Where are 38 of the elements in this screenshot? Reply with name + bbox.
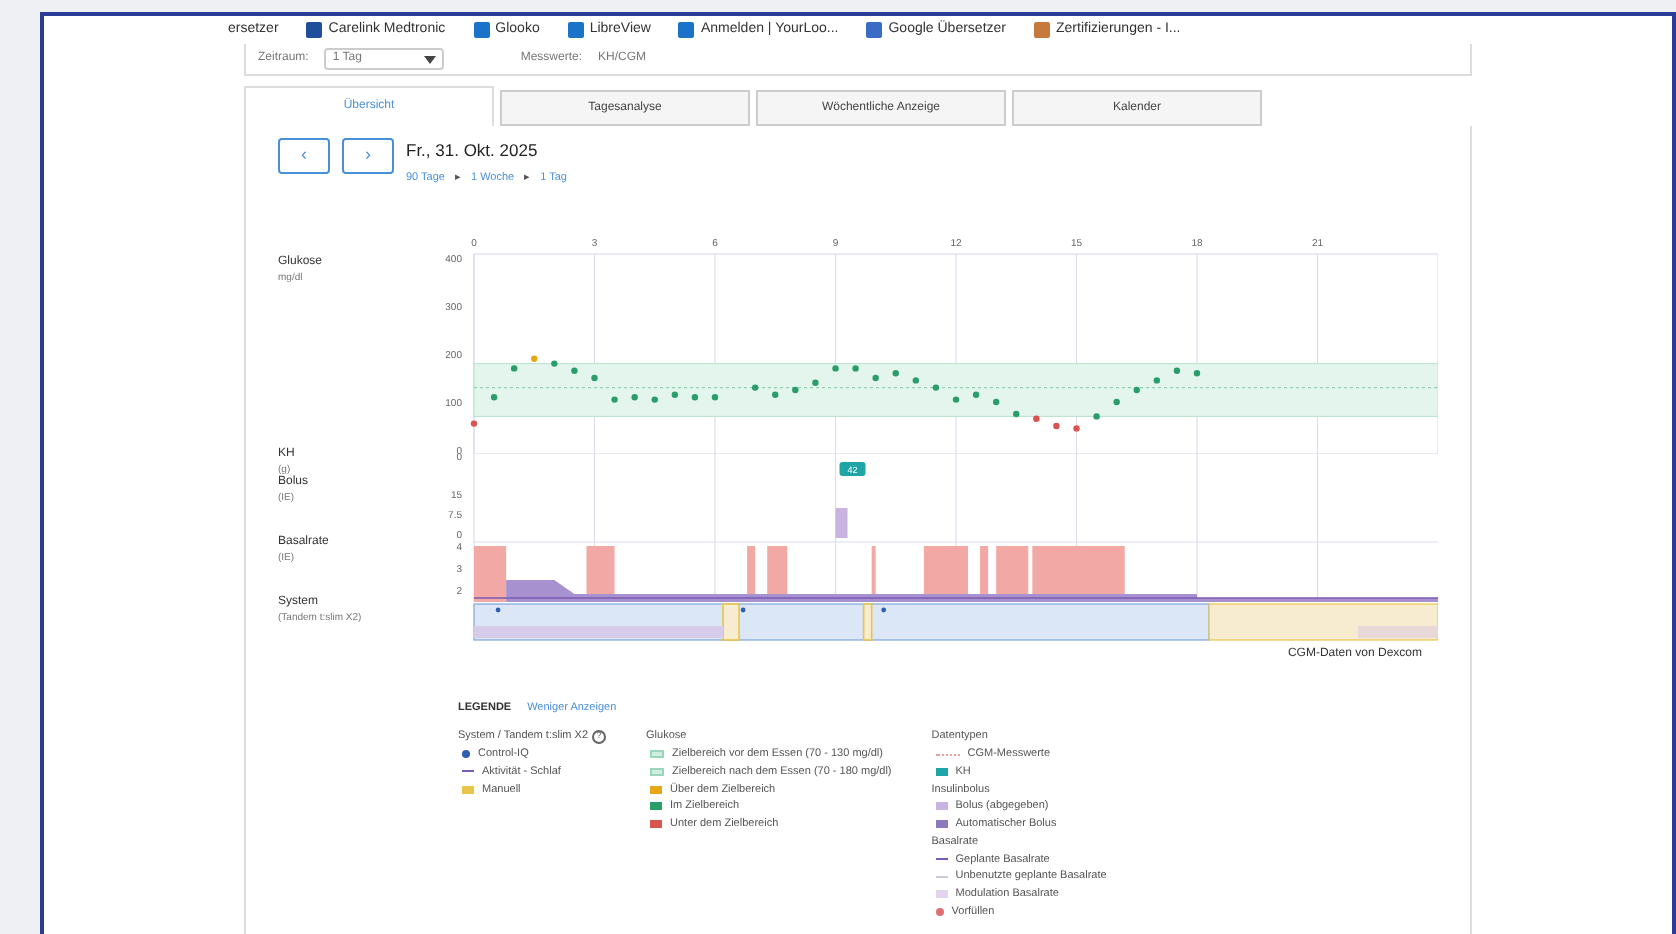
date-heading: Fr., 31. Okt. 2025 (406, 138, 540, 164)
glucose-point (792, 386, 799, 394)
glucose-point (531, 355, 538, 362)
glucose-point (611, 396, 618, 403)
glucose-point (1033, 415, 1040, 422)
glucose-point (1193, 370, 1201, 377)
glucose-point (571, 367, 578, 374)
glucose-point (490, 394, 498, 401)
glucose-point (591, 374, 598, 382)
glucose-point (772, 391, 779, 398)
glucose-point (812, 379, 819, 386)
glucose-point (1113, 398, 1120, 406)
glucose-point (892, 370, 899, 377)
glucose-point (932, 384, 940, 391)
glucose-point (651, 396, 658, 403)
glucose-point (992, 398, 1000, 406)
glucose-point (952, 396, 960, 403)
glucose-point (912, 377, 920, 384)
glucose-point (1173, 367, 1181, 374)
glucose-point (1073, 425, 1080, 432)
glucose-point (1153, 377, 1161, 384)
glucose-point (1093, 413, 1100, 420)
glucose-point (1013, 410, 1020, 418)
glucose-point (872, 374, 879, 382)
glucose-point (691, 394, 699, 401)
glucose-point (972, 391, 980, 398)
glucose-point (852, 365, 859, 372)
glucose-point (1053, 422, 1060, 430)
glucose-point (671, 391, 679, 398)
glucose-point (711, 394, 719, 401)
caret-icon (424, 55, 437, 63)
glucose-point (551, 360, 558, 367)
glucose-point (751, 384, 759, 391)
glucose-point (510, 365, 518, 372)
glucose-point (631, 394, 638, 401)
glucose-point (470, 420, 478, 427)
glucose-point (832, 365, 839, 372)
glucose-point (1133, 386, 1140, 394)
